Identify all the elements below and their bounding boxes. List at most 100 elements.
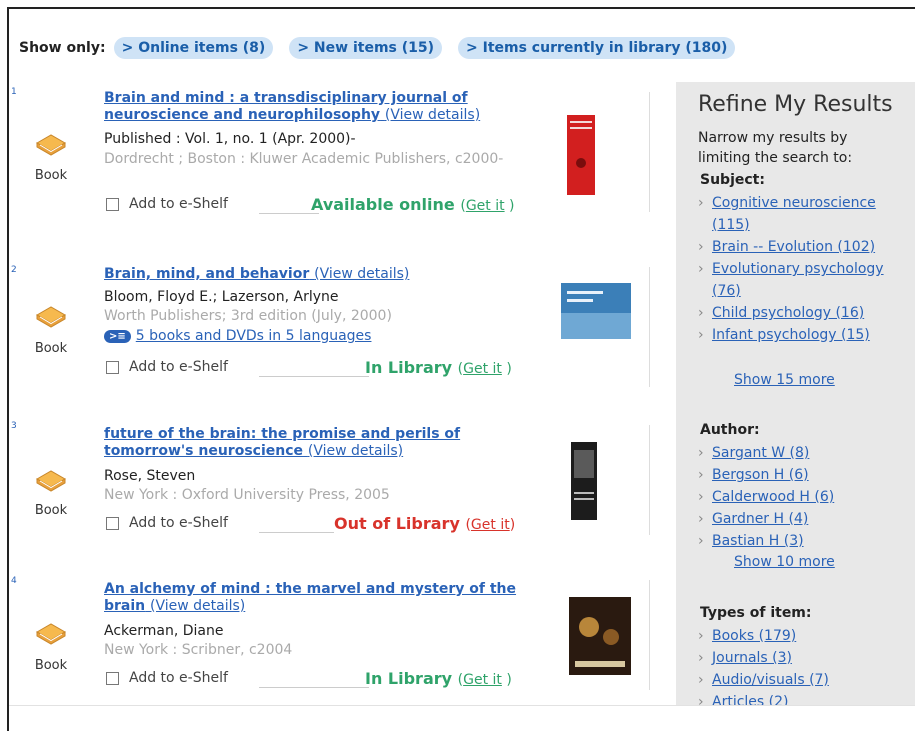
eshelf-label: Add to e-Shelf <box>129 196 228 212</box>
result-publisher: New York : Scribner, c2004 <box>104 642 293 658</box>
availability-status: In Library (Get it ) <box>365 358 512 377</box>
chevron-right-icon: › <box>698 511 704 527</box>
result-title-link[interactable]: Brain and mind : a transdisciplinary jou… <box>104 90 524 124</box>
chevron-right-icon: › <box>698 672 704 688</box>
divider <box>259 213 319 214</box>
multiple-editions-icon[interactable]: >≡ <box>104 329 131 343</box>
format-label: Book <box>34 341 68 356</box>
view-details-link[interactable]: (View details) <box>314 266 409 282</box>
add-to-eshelf[interactable]: Add to e-Shelf <box>106 670 228 686</box>
eshelf-checkbox[interactable] <box>106 516 119 530</box>
facet-item[interactable]: › Journals (3) <box>698 647 913 669</box>
show-more-subjects-link[interactable]: Show 15 more <box>734 372 835 388</box>
eshelf-checkbox[interactable] <box>106 671 119 685</box>
chevron-right-icon: › <box>698 261 704 277</box>
divider <box>259 532 334 533</box>
filter-items-in-library[interactable]: > Items currently in library (180) <box>458 37 736 59</box>
filter-online-items[interactable]: > Online items (8) <box>113 37 274 59</box>
result-number: 3 <box>11 421 17 431</box>
eshelf-label: Add to e-Shelf <box>129 670 228 686</box>
result-item: 2 Book Brain, mind, and behavior (View d… <box>9 259 669 409</box>
column-divider <box>649 92 650 212</box>
view-details-link[interactable]: (View details) <box>308 443 403 459</box>
book-icon <box>35 470 67 492</box>
eshelf-checkbox[interactable] <box>106 360 119 374</box>
facet-link[interactable]: Infant psychology (15) <box>712 327 870 343</box>
facet-link[interactable]: Sargant W (8) <box>712 445 809 461</box>
get-it-link[interactable]: Get it <box>471 517 510 533</box>
facet-item[interactable]: › Bastian H (3) <box>698 530 913 552</box>
facet-link[interactable]: Evolutionary psychology (76) <box>712 261 884 299</box>
get-it-link[interactable]: Get it <box>466 198 505 214</box>
book-cover-image[interactable] <box>567 115 595 195</box>
filter-new-items[interactable]: > New items (15) <box>289 37 443 59</box>
chevron-right-icon: › <box>698 305 704 321</box>
column-divider <box>649 425 650 535</box>
show-only-label: Show only: <box>19 40 106 56</box>
facet-link[interactable]: Brain -- Evolution (102) <box>712 239 875 255</box>
result-item: 3 Book future of the brain: the promise … <box>9 419 669 559</box>
facet-link[interactable]: Audio/visuals (7) <box>712 672 829 688</box>
facet-item[interactable]: › Books (179) <box>698 625 913 647</box>
view-details-link[interactable]: (View details) <box>385 107 480 123</box>
result-title-link[interactable]: An alchemy of mind : the marvel and myst… <box>104 581 524 615</box>
chevron-right-icon: › <box>698 533 704 549</box>
subject-facet-heading: Subject: <box>700 172 765 188</box>
facet-link[interactable]: Bergson H (6) <box>712 467 809 483</box>
chevron-right-icon: › <box>698 445 704 461</box>
chevron-right-icon: › <box>698 467 704 483</box>
eshelf-checkbox[interactable] <box>106 197 119 211</box>
add-to-eshelf[interactable]: Add to e-Shelf <box>106 515 228 531</box>
facet-item[interactable]: › Brain -- Evolution (102) <box>698 236 913 258</box>
book-cover-image[interactable] <box>571 442 597 520</box>
chevron-right-icon: › <box>698 327 704 343</box>
availability-status: In Library (Get it ) <box>365 669 512 688</box>
show-more-authors-link[interactable]: Show 10 more <box>734 554 835 570</box>
format-label: Book <box>34 168 68 183</box>
facet-item[interactable]: › Gardner H (4) <box>698 508 913 530</box>
get-it-link[interactable]: Get it <box>463 361 502 377</box>
add-to-eshelf[interactable]: Add to e-Shelf <box>106 196 228 212</box>
status-text: In Library <box>365 358 453 377</box>
result-title-link[interactable]: future of the brain: the promise and per… <box>104 426 524 460</box>
facet-item[interactable]: › Infant psychology (15) <box>698 324 913 346</box>
get-it-link[interactable]: Get it <box>463 672 502 688</box>
refine-results-panel: Refine My Results Narrow my results by l… <box>676 82 915 712</box>
refine-intro: Narrow my results by limiting the search… <box>698 130 853 166</box>
book-cover-image[interactable] <box>569 597 631 675</box>
facet-link[interactable]: Journals (3) <box>712 650 792 666</box>
result-number: 4 <box>11 576 17 586</box>
book-icon <box>35 623 67 645</box>
view-details-link[interactable]: (View details) <box>150 598 245 614</box>
result-title-link[interactable]: Brain, mind, and behavior (View details) <box>104 266 524 283</box>
frbr-group-link[interactable]: >≡ 5 books and DVDs in 5 languages <box>104 328 371 344</box>
chevron-right-icon: › <box>698 489 704 505</box>
facet-item[interactable]: › Cognitive neuroscience (115) <box>698 192 913 236</box>
result-title[interactable]: future of the brain: the promise and per… <box>104 426 460 459</box>
availability-status: Out of Library (Get it) <box>334 514 516 533</box>
author-facet-list: › Sargant W (8) › Bergson H (6) › Calderwoo… <box>698 442 913 552</box>
facet-link[interactable]: Books (179) <box>712 628 796 644</box>
frbr-group-text[interactable]: 5 books and DVDs in 5 languages <box>136 328 372 344</box>
result-item: 4 Book An alchemy of mind : the marvel a… <box>9 574 669 709</box>
add-to-eshelf[interactable]: Add to e-Shelf <box>106 359 228 375</box>
facet-link[interactable]: Bastian H (3) <box>712 533 804 549</box>
facet-item[interactable]: › Evolutionary psychology (76) <box>698 258 913 302</box>
types-facet-list: › Books (179) › Journals (3) › Audio/visual… <box>698 625 913 713</box>
result-number: 1 <box>11 87 17 97</box>
facet-item[interactable]: › Sargant W (8) <box>698 442 913 464</box>
chevron-right-icon: › <box>698 650 704 666</box>
facet-link[interactable]: Cognitive neuroscience (115) <box>712 195 876 233</box>
facet-item[interactable]: › Bergson H (6) <box>698 464 913 486</box>
facet-item[interactable]: › Audio/visuals (7) <box>698 669 913 691</box>
chevron-right-icon: › <box>698 628 704 644</box>
status-text: Available online <box>311 195 455 214</box>
book-cover-image[interactable] <box>561 283 631 339</box>
chevron-right-icon: › <box>698 239 704 255</box>
result-title[interactable]: Brain, mind, and behavior <box>104 266 309 282</box>
facet-link[interactable]: Gardner H (4) <box>712 511 808 527</box>
facet-link[interactable]: Calderwood H (6) <box>712 489 834 505</box>
facet-item[interactable]: › Child psychology (16) <box>698 302 913 324</box>
facet-item[interactable]: › Calderwood H (6) <box>698 486 913 508</box>
facet-link[interactable]: Child psychology (16) <box>712 305 864 321</box>
